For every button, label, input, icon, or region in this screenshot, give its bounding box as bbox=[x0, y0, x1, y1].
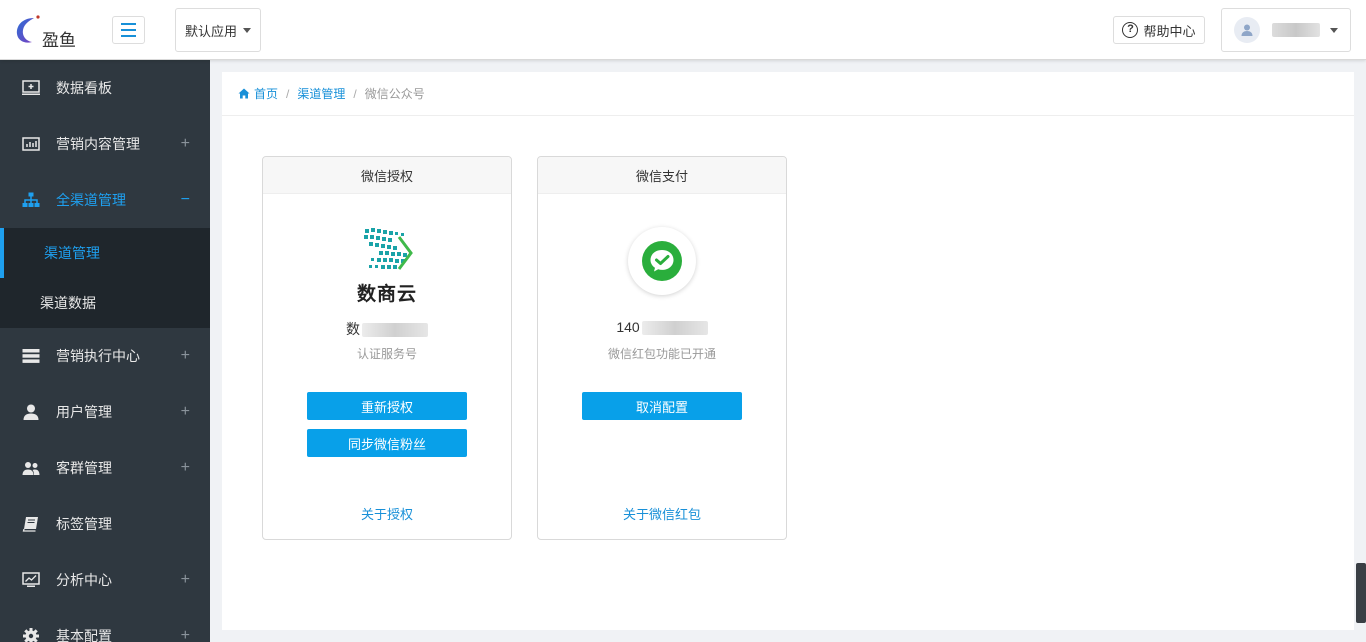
expand-plus-icon: + bbox=[180, 571, 190, 588]
user-menu-dropdown[interactable] bbox=[1221, 8, 1351, 52]
breadcrumb-separator: / bbox=[353, 86, 357, 101]
expand-plus-icon: + bbox=[180, 347, 190, 364]
sidebar-item-label: 标签管理 bbox=[56, 516, 112, 532]
sidebar-item-label: 营销执行中心 bbox=[56, 348, 140, 364]
merchant-id-redacted bbox=[641, 321, 708, 336]
sidebar-item-label: 数据看板 bbox=[56, 80, 112, 96]
help-center-label: 帮助中心 bbox=[1143, 23, 1196, 39]
help-center-button[interactable]: ? 帮助中心 bbox=[1113, 16, 1205, 44]
dashboard-icon bbox=[22, 79, 40, 97]
wechat-pay-card: 微信支付 140 微信红包功能已开通 取消配置 关于微信红包 bbox=[537, 156, 787, 540]
sidebar-item-omnichannel[interactable]: 全渠道管理 − bbox=[0, 172, 210, 228]
breadcrumb-channel-management[interactable]: 渠道管理 bbox=[297, 85, 345, 102]
sidebar-item-label: 用户管理 bbox=[56, 404, 112, 420]
home-icon bbox=[238, 88, 250, 99]
card-title: 微信支付 bbox=[538, 157, 786, 194]
app-select-dropdown[interactable]: 默认应用 bbox=[175, 8, 261, 52]
expand-plus-icon: + bbox=[180, 135, 190, 152]
breadcrumb-current: 微信公众号 bbox=[364, 87, 425, 101]
sidebar-subitem-label: 渠道数据 bbox=[40, 295, 96, 311]
account-name-redacted bbox=[362, 323, 428, 338]
redpacket-status: 微信红包功能已开通 bbox=[607, 347, 716, 361]
hamburger-icon bbox=[121, 21, 136, 39]
logo-mark-icon bbox=[16, 15, 40, 43]
sidebar-item-marketing-content[interactable]: 营销内容管理 + bbox=[0, 116, 210, 172]
brand-name: 数商云 bbox=[356, 284, 417, 305]
avatar bbox=[1234, 17, 1260, 43]
merchant-id: 140 bbox=[538, 319, 786, 336]
merchant-id-prefix: 140 bbox=[616, 319, 640, 335]
wechat-pay-logo bbox=[628, 227, 696, 295]
main-content: 首页 / 渠道管理 / 微信公众号 微信授权 数商云 数 认证服务号 重新授权 … bbox=[222, 72, 1354, 630]
cancel-config-button[interactable]: 取消配置 bbox=[582, 392, 742, 420]
wechat-chat-icon bbox=[642, 241, 682, 281]
top-header: 盈鱼 默认应用 ? 帮助中心 bbox=[0, 0, 1366, 60]
users-icon bbox=[22, 459, 40, 477]
sidebar-item-dashboard[interactable]: 数据看板 bbox=[0, 60, 210, 116]
user-icon bbox=[1241, 24, 1253, 36]
wechat-auth-card: 微信授权 数商云 数 认证服务号 重新授权 同步微信粉丝 关于授权 bbox=[262, 156, 512, 540]
logo-text: 盈鱼 bbox=[42, 31, 76, 51]
about-redpacket-link[interactable]: 关于微信红包 bbox=[538, 504, 786, 523]
sidebar-item-label: 分析中心 bbox=[56, 572, 112, 588]
sidebar-item-user-management[interactable]: 用户管理 + bbox=[0, 384, 210, 440]
sidebar-submenu: 渠道管理 渠道数据 bbox=[0, 228, 210, 328]
sidebar-item-label: 基本配置 bbox=[56, 628, 112, 642]
book-icon bbox=[22, 515, 40, 533]
caret-down-icon bbox=[1330, 27, 1338, 33]
sidebar-item-tag-management[interactable]: 标签管理 bbox=[0, 496, 210, 552]
user-icon bbox=[22, 403, 40, 421]
question-circle-icon: ? bbox=[1122, 22, 1139, 38]
sidebar-item-audience-management[interactable]: 客群管理 + bbox=[0, 440, 210, 496]
server-icon bbox=[22, 347, 40, 365]
bar-chart-icon bbox=[22, 135, 40, 153]
sidebar-item-label: 全渠道管理 bbox=[56, 192, 126, 208]
collapse-minus-icon: − bbox=[180, 191, 190, 208]
expand-plus-icon: + bbox=[180, 459, 190, 476]
sidebar-item-analysis-center[interactable]: 分析中心 + bbox=[0, 552, 210, 608]
account-type: 认证服务号 bbox=[356, 347, 417, 361]
sidebar-item-label: 客群管理 bbox=[56, 460, 112, 476]
sidebar-subitem-channel-data[interactable]: 渠道数据 bbox=[0, 278, 210, 328]
user-name-redacted bbox=[1272, 23, 1320, 37]
expand-plus-icon: + bbox=[180, 403, 190, 420]
app-select-label: 默认应用 bbox=[184, 23, 237, 39]
breadcrumb: 首页 / 渠道管理 / 微信公众号 bbox=[222, 72, 1354, 116]
floating-scroll-widget[interactable] bbox=[1356, 563, 1366, 623]
caret-down-icon bbox=[243, 27, 251, 33]
breadcrumb-separator: / bbox=[286, 86, 290, 101]
menu-toggle-button[interactable] bbox=[112, 16, 145, 44]
sync-fans-button[interactable]: 同步微信粉丝 bbox=[307, 429, 467, 457]
about-auth-link[interactable]: 关于授权 bbox=[263, 504, 511, 523]
sidebar-item-label: 营销内容管理 bbox=[56, 136, 140, 152]
app-logo[interactable]: 盈鱼 bbox=[14, 10, 84, 51]
sidebar: 数据看板 营销内容管理 + 全渠道管理 − 渠道管理 渠道数据 营销执行中心 +… bbox=[0, 60, 210, 642]
reauthorize-button[interactable]: 重新授权 bbox=[307, 392, 467, 420]
sidebar-subitem-label: 渠道管理 bbox=[44, 245, 100, 261]
gear-icon bbox=[22, 627, 40, 642]
sitemap-icon bbox=[22, 191, 40, 209]
sidebar-subitem-channel-management[interactable]: 渠道管理 bbox=[0, 228, 210, 278]
monitor-chart-icon bbox=[22, 571, 40, 589]
sidebar-item-basic-config[interactable]: 基本配置 + bbox=[0, 608, 210, 642]
account-name-prefix: 数 bbox=[346, 321, 360, 337]
sidebar-item-marketing-execution[interactable]: 营销执行中心 + bbox=[0, 328, 210, 384]
expand-plus-icon: + bbox=[180, 627, 190, 642]
account-name: 数 bbox=[263, 319, 511, 339]
shushangyun-logo-icon bbox=[364, 228, 413, 270]
breadcrumb-home[interactable]: 首页 bbox=[254, 85, 278, 102]
card-title: 微信授权 bbox=[263, 157, 511, 194]
